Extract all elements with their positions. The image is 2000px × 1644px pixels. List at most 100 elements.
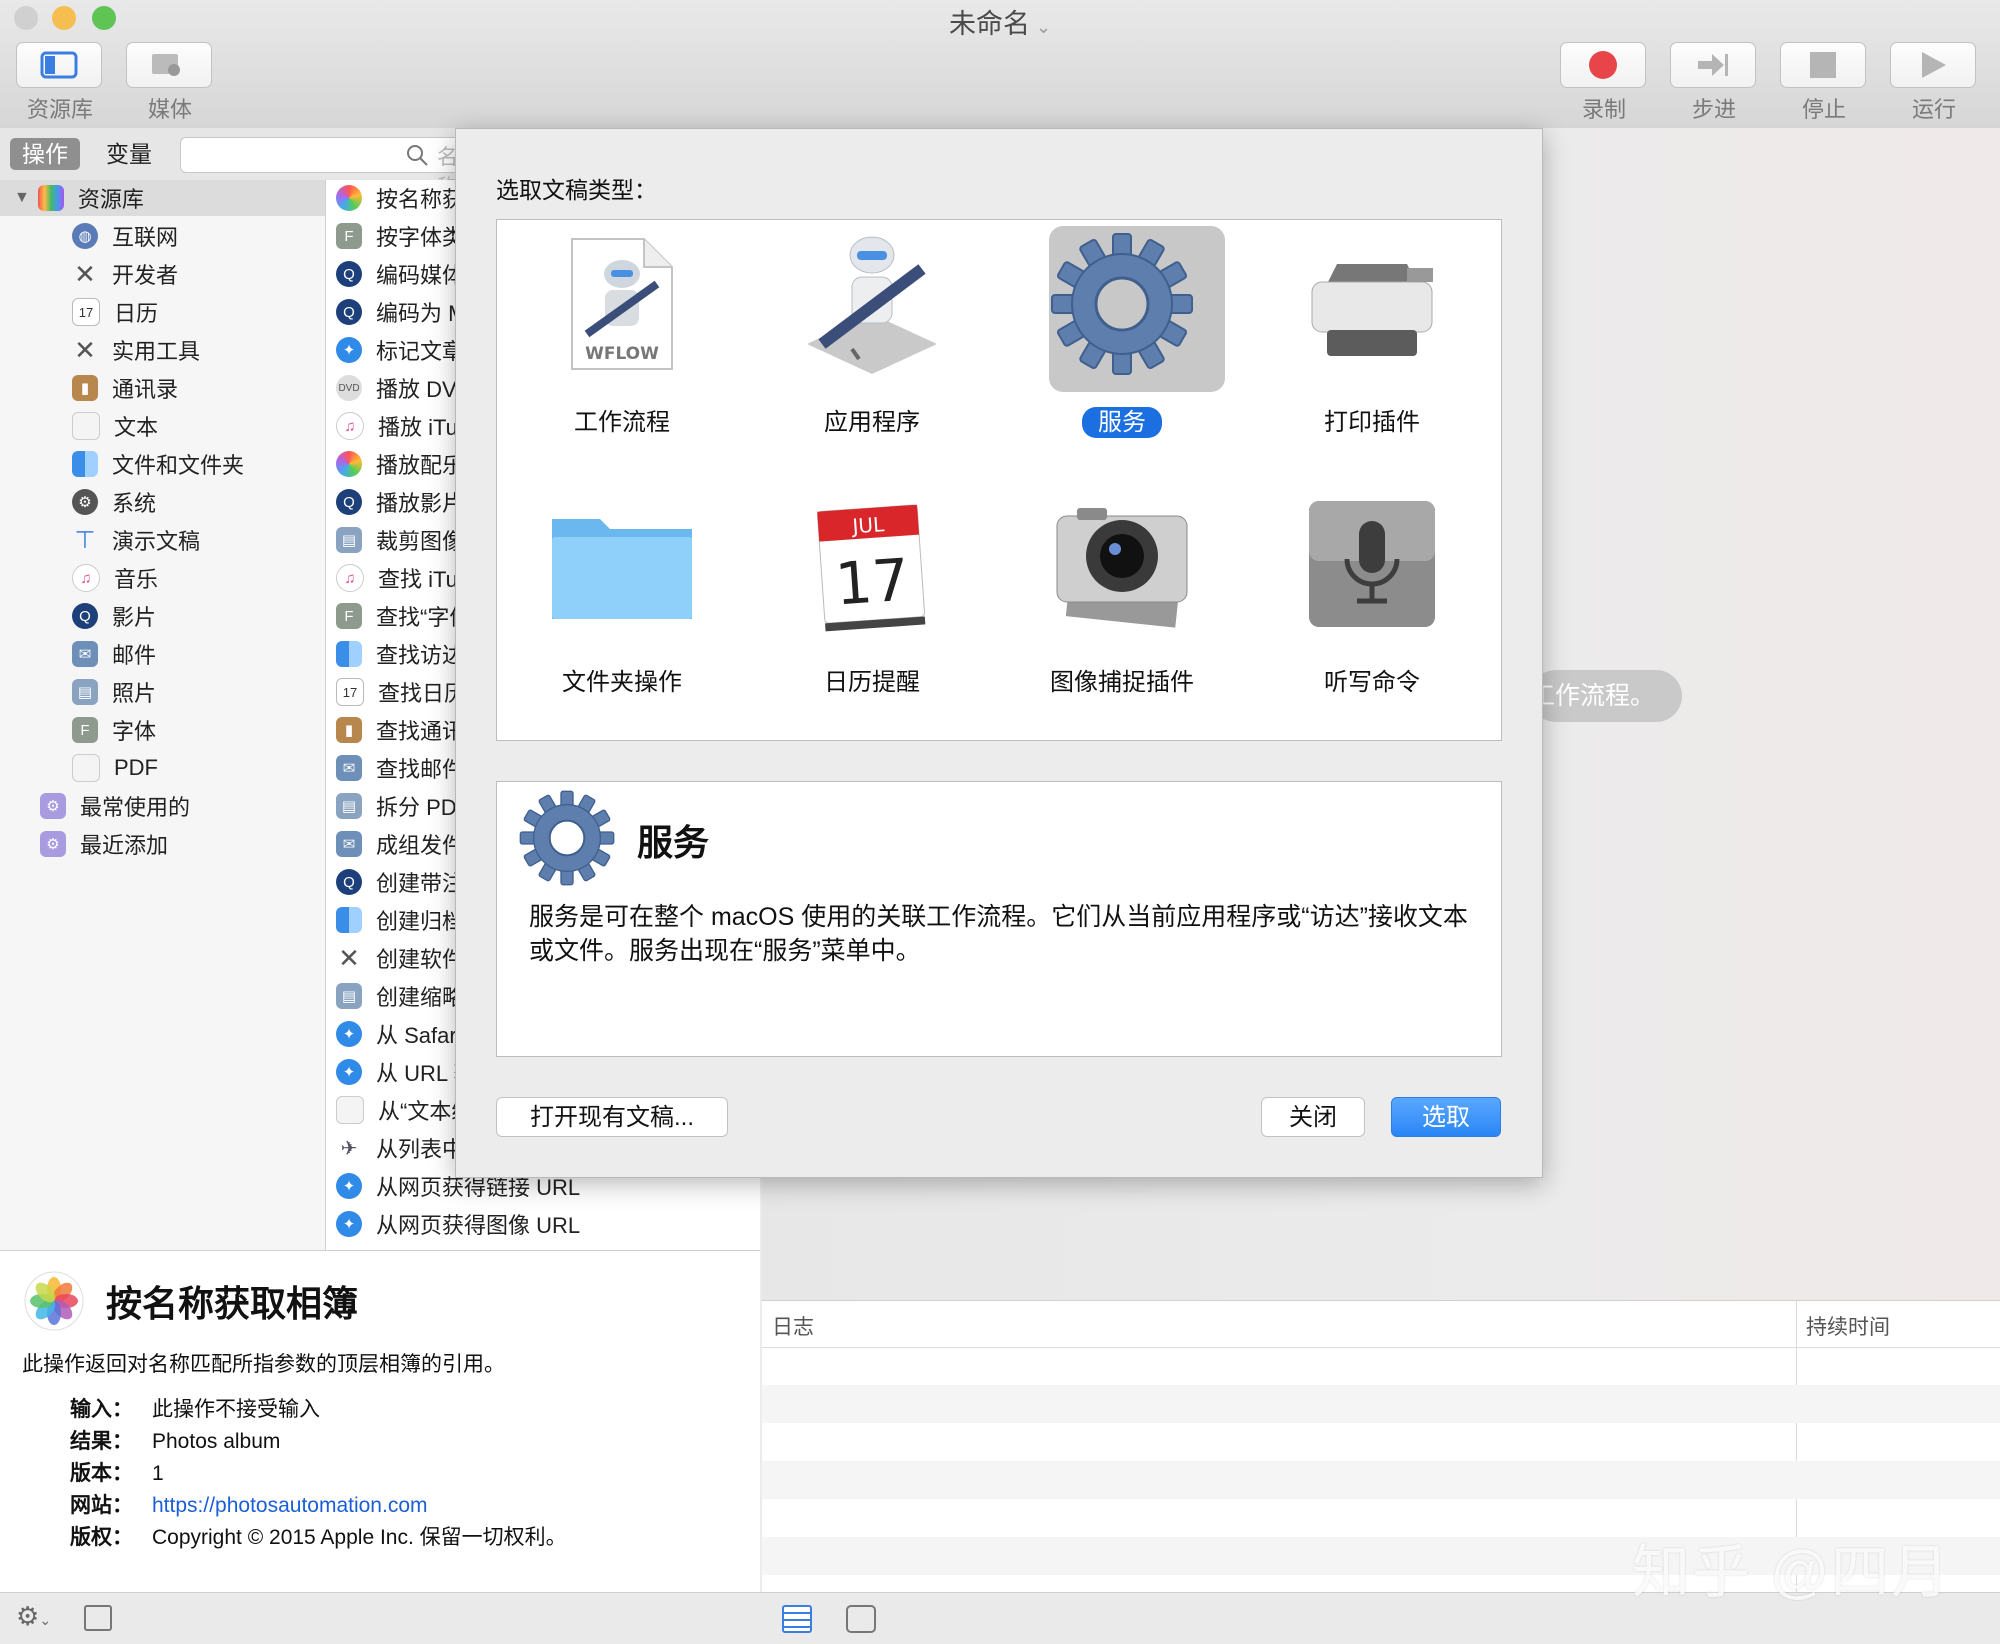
finder-icon [336,907,362,933]
category-label: 音乐 [114,562,158,594]
category-label: 日历 [114,296,158,328]
type-label: 工作流程 [558,407,686,438]
safari-compass-icon: ✦ [336,1059,362,1085]
choose-button[interactable]: 选取 [1391,1097,1501,1137]
type-label: 打印插件 [1308,407,1436,438]
tab-actions[interactable]: 操作 [10,138,80,170]
category-music[interactable]: ♫ 音乐 [72,560,158,596]
list-item[interactable]: ✦从网页获得图像 URL [336,1206,580,1242]
list-item[interactable]: 播放配乐 [336,446,464,482]
title-toolbar: 未命名⌄ 资源库 媒体 录制 步进 停止 运行 [0,0,2000,129]
category-presentations[interactable]: ⊤演示文稿 [72,522,200,558]
document-type-grid: WFLOW 工作流程 应用程序 [496,219,1502,741]
calendar-icon: 17 [72,298,100,326]
library-categories: ▼ 资源库 ◍互联网 ✕开发者 17 日历 ✕实用工具 ▮通讯录 文本 文件和文件… [0,180,326,1250]
globe-icon: ◍ [72,223,98,249]
log-column-header[interactable]: 日志 [772,1311,814,1341]
run-button[interactable]: 运行 [1890,42,1978,124]
category-movies[interactable]: Q影片 [72,598,156,634]
category-system[interactable]: ⚙系统 [72,484,156,520]
category-utilities[interactable]: ✕实用工具 [72,332,200,368]
gear-icon [517,788,617,888]
description-toggle-icon[interactable] [84,1605,112,1631]
list-item[interactable]: Q编码媒体 [336,256,464,292]
type-workflow[interactable]: WFLOW 工作流程 [497,220,747,480]
category-calendar[interactable]: 17 日历 [72,294,158,330]
list-item[interactable]: ✦标记文章 [336,332,464,368]
duration-column-header[interactable]: 持续时间 [1806,1311,1890,1341]
mail-stamp-icon: ✉ [336,831,362,857]
disclosure-triangle-icon[interactable]: ▼ [14,189,30,207]
category-developer[interactable]: ✕开发者 [72,256,178,292]
column-view-icon[interactable] [846,1605,876,1633]
list-view-icon[interactable] [782,1605,812,1633]
website-link[interactable]: https://photosautomation.com [152,1494,428,1517]
chevron-down-icon: ⌄ [1036,17,1051,37]
type-calendar-alarm[interactable]: JUL 17 日历提醒 [747,480,997,740]
music-note-icon: ♫ [72,564,100,592]
search-input[interactable]: 名称 [180,137,462,173]
watermark: 知乎 @四月 [1632,1525,1951,1609]
record-label: 录制 [1560,92,1648,124]
type-dictation-command[interactable]: 听写命令 [1247,480,1497,740]
type-folder-action[interactable]: 文件夹操作 [497,480,747,740]
window-title[interactable]: 未命名⌄ [0,2,2000,41]
category-internet[interactable]: ◍互联网 [72,218,178,254]
category-text[interactable]: 文本 [72,408,158,444]
category-label: 系统 [112,486,156,518]
action-description: 按名称获取相簿 此操作返回对名称匹配所指参数的顶层相簿的引用。 输入：此操作不接… [0,1250,760,1601]
category-pdf[interactable]: PDF [72,750,158,786]
list-item[interactable]: ▤拆分 PDF [336,788,470,824]
record-button[interactable]: 录制 [1560,42,1648,124]
type-label: 图像捕捉插件 [1034,667,1210,698]
record-icon [1588,50,1618,80]
smart-group-most-used[interactable]: ⚙最常使用的 [40,788,190,824]
action-label: 播放配乐 [376,448,464,480]
list-item[interactable]: DVD播放 DVD [336,370,473,406]
step-button[interactable]: 步进 [1670,42,1758,124]
dvd-icon: DVD [336,375,362,401]
category-label: 开发者 [112,258,178,290]
action-label: 从网页获得图像 URL [376,1208,580,1240]
list-item[interactable]: 创建归档 [336,902,464,938]
stop-button[interactable]: 停止 [1780,42,1868,124]
website-key: 网站： [70,1489,152,1519]
workflow-hint: 工作流程。 [1530,670,1682,722]
category-contacts[interactable]: ▮通讯录 [72,370,178,406]
stop-label: 停止 [1780,92,1868,124]
automator-robot-icon [797,234,947,374]
media-toolbar-button[interactable]: 媒体 [126,42,214,124]
safari-compass-icon: ✦ [336,337,362,363]
smart-group-recently-added[interactable]: ⚙最近添加 [40,826,168,862]
quicktime-icon: Q [72,603,98,629]
library-toolbar-button[interactable]: 资源库 [16,42,104,124]
tab-variables[interactable]: 变量 [94,138,164,170]
font-book-icon: F [336,603,362,629]
input-key: 输入： [70,1393,152,1423]
category-files-folders[interactable]: 文件和文件夹 [72,446,244,482]
category-mail[interactable]: ✉邮件 [72,636,156,672]
category-label: 通讯录 [112,372,178,404]
calendar-icon: 17 [336,678,364,706]
run-label: 运行 [1890,92,1978,124]
type-label: 应用程序 [808,407,936,438]
type-application[interactable]: 应用程序 [747,220,997,480]
description-title: 按名称获取相簿 [106,1275,358,1327]
type-service[interactable]: 服务 [997,220,1247,480]
type-print-plugin[interactable]: 打印插件 [1247,220,1497,480]
version-row: 版本：1 [70,1457,164,1487]
action-label: 创建归档 [376,904,464,936]
smart-group-label: 最近添加 [80,828,168,860]
gear-menu-icon[interactable]: ⚙⌄ [16,1601,51,1632]
close-button[interactable]: 关闭 [1261,1097,1365,1137]
hint-text: 工作流程。 [1530,670,1655,722]
category-photos[interactable]: ▤照片 [72,674,156,710]
category-fonts[interactable]: F字体 [72,712,156,748]
list-item[interactable]: Q播放影片 [336,484,464,520]
list-item[interactable]: ▤裁剪图像 [336,522,464,558]
type-image-capture-plugin[interactable]: 图像捕捉插件 [997,480,1247,740]
library-root[interactable]: ▼ 资源库 [0,180,325,216]
open-existing-button[interactable]: 打开现有文稿... [496,1097,728,1137]
list-item[interactable]: ✉成组发件 [336,826,464,862]
camera-icon [1042,494,1202,634]
